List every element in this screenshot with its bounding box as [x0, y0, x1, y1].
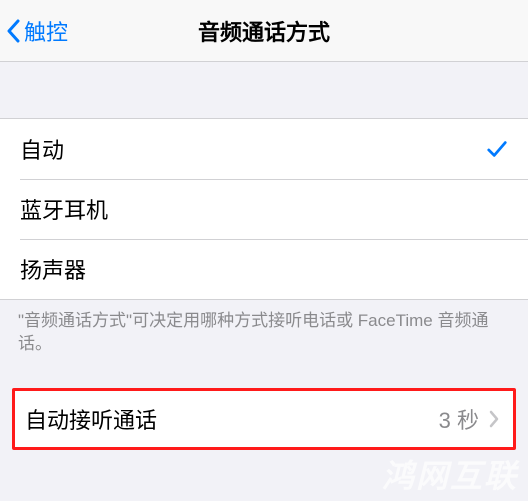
chevron-left-icon: [6, 19, 20, 43]
auto-answer-row[interactable]: 自动接听通话 3 秒: [15, 391, 513, 447]
auto-answer-label: 自动接听通话: [25, 403, 157, 435]
option-label: 蓝牙耳机: [20, 193, 108, 225]
page-title: 音频通话方式: [0, 15, 528, 47]
option-bluetooth-headset[interactable]: 蓝牙耳机: [0, 179, 528, 239]
chevron-right-icon: [489, 410, 499, 428]
row-right-accessory: 3 秒: [439, 403, 499, 435]
option-label: 扬声器: [20, 253, 86, 285]
group-footer-text: "音频通话方式"可决定用哪种方式接听电话或 FaceTime 音频通话。: [0, 300, 528, 366]
option-speaker[interactable]: 扬声器: [0, 239, 528, 299]
checkmark-icon: [486, 138, 508, 160]
audio-route-group: 自动 蓝牙耳机 扬声器: [0, 118, 528, 300]
option-label: 自动: [20, 133, 64, 165]
auto-answer-group: 自动接听通话 3 秒: [15, 391, 513, 447]
watermark-text: 鸿网互联: [382, 451, 518, 497]
highlighted-annotation: 自动接听通话 3 秒: [12, 388, 516, 450]
auto-answer-value: 3 秒: [439, 403, 479, 435]
back-label: 触控: [24, 15, 68, 47]
nav-bar: 触控 音频通话方式: [0, 0, 528, 62]
back-button[interactable]: 触控: [6, 15, 68, 47]
option-auto[interactable]: 自动: [0, 119, 528, 179]
content-area: 自动 蓝牙耳机 扬声器 "音频通话方式"可决定用哪种方式接听电话或 FaceTi…: [0, 62, 528, 450]
